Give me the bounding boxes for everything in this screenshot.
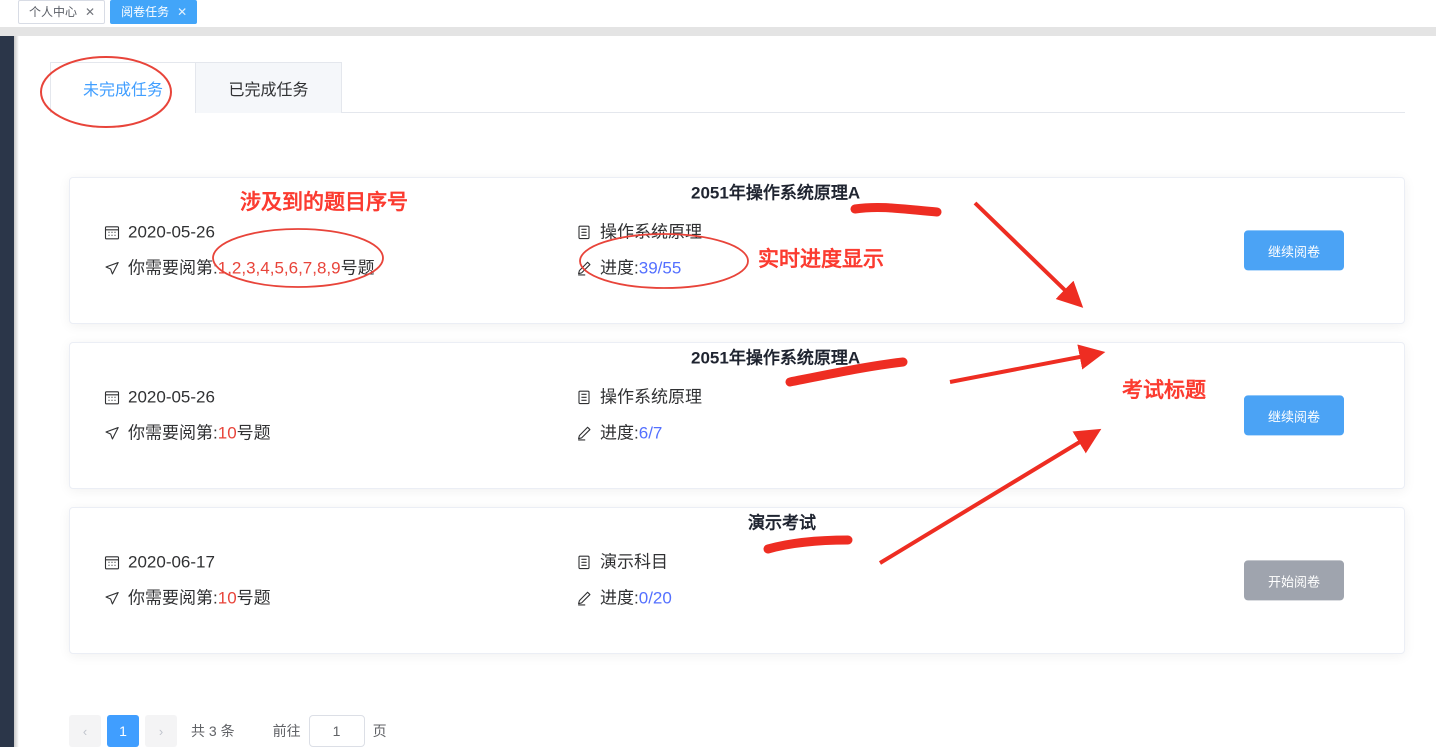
task-question-numbers: 10 (217, 423, 237, 443)
task-card-date-column: 2020-05-26 你需要阅第: 1,2,3,4,5,6,7,8,9 号题 (70, 220, 575, 281)
pagination: ‹ 1 › 共 3 条 前往 页 (69, 715, 387, 747)
page-container: 未完成任务 已完成任务 2020-05-26 你需要阅第: 1,2,3,4,5,… (19, 36, 1436, 747)
tag-bar-underline (0, 27, 1436, 36)
pagination-prev-button[interactable]: ‹ (69, 715, 101, 747)
task-question-numbers: 1,2,3,4,5,6,7,8,9 (217, 258, 341, 278)
task-card-course-column: 2051年操作系统原理A 操作系统原理 (575, 183, 1055, 282)
task-progress-line: 进度: 39/55 (575, 257, 1055, 282)
task-progress-value: 39/55 (638, 258, 682, 278)
calendar-icon (103, 388, 121, 406)
task-card-action-column: 继续阅卷 (1244, 395, 1404, 436)
tab-incomplete-tasks[interactable]: 未完成任务 (50, 62, 196, 114)
task-question-numbers: 10 (217, 588, 237, 608)
task-card[interactable]: 2020-06-17 你需要阅第: 10 号题 演示考试 演示科目 进度: 0/… (69, 507, 1405, 654)
pagination-next-button[interactable]: › (145, 715, 177, 747)
pagination-page-1[interactable]: 1 (107, 715, 139, 747)
pagination-total: 共 3 条 (191, 723, 235, 739)
tab-label: 未完成任务 (82, 82, 163, 99)
task-card-list: 2020-05-26 你需要阅第: 1,2,3,4,5,6,7,8,9 号题 2… (69, 177, 1405, 672)
document-icon (575, 388, 593, 406)
task-course-text: 操作系统原理 (600, 221, 702, 241)
paper-plane-icon (103, 425, 121, 443)
tab-label: 已完成任务 (228, 82, 309, 99)
close-icon[interactable]: ✕ (85, 6, 95, 18)
task-card-action-column: 开始阅卷 (1244, 560, 1404, 601)
tag-marking-task[interactable]: 阅卷任务 ✕ (110, 0, 198, 24)
task-card-date-column: 2020-05-26 你需要阅第: 10 号题 (70, 385, 575, 446)
continue-marking-button[interactable]: 继续阅卷 (1244, 395, 1344, 436)
task-date-text: 2020-05-26 (128, 386, 215, 406)
task-date-text: 2020-05-26 (128, 221, 215, 241)
task-card-course-column: 2051年操作系统原理A 操作系统原理 (575, 348, 1055, 447)
continue-marking-button[interactable]: 继续阅卷 (1244, 230, 1344, 271)
document-icon (575, 223, 593, 241)
calendar-icon (103, 553, 121, 571)
tag-bar: 个人中心 ✕ 阅卷任务 ✕ (0, 0, 1436, 27)
task-course-line: 操作系统原理 (575, 220, 1055, 245)
task-questions-suffix: 号题 (236, 588, 271, 608)
pagination-jumper-label: 前往 (272, 723, 301, 739)
task-progress-label: 进度: (600, 588, 639, 608)
pagination-jumper-unit: 页 (372, 723, 387, 739)
task-card-action-column: 继续阅卷 (1244, 230, 1404, 271)
close-icon[interactable]: ✕ (177, 6, 187, 18)
exam-title: 2051年操作系统原理A (691, 347, 861, 367)
paper-plane-icon (103, 260, 121, 278)
task-questions-prefix: 你需要阅第: (128, 423, 218, 443)
tag-label: 个人中心 (29, 5, 78, 19)
task-questions-prefix: 你需要阅第: (128, 258, 218, 278)
task-date-text: 2020-06-17 (128, 551, 215, 571)
tag-personal-center[interactable]: 个人中心 ✕ (18, 0, 106, 24)
task-progress-label: 进度: (600, 258, 639, 278)
task-date-line: 2020-06-17 (103, 550, 575, 575)
task-card[interactable]: 2020-05-26 你需要阅第: 10 号题 2051年操作系统原理A 操作系… (69, 342, 1405, 489)
exam-title: 2051年操作系统原理A (691, 182, 861, 202)
task-date-line: 2020-05-26 (103, 220, 575, 245)
pagination-jumper-input[interactable] (308, 715, 365, 747)
task-course-text: 演示科目 (600, 551, 668, 571)
task-questions-line: 你需要阅第: 1,2,3,4,5,6,7,8,9 号题 (103, 257, 575, 282)
task-questions-line: 你需要阅第: 10 号题 (103, 422, 575, 447)
task-questions-line: 你需要阅第: 10 号题 (103, 587, 575, 612)
edit-pencil-icon (575, 590, 593, 608)
pagination-jumper: 前往 页 (273, 715, 387, 747)
task-progress-value: 0/20 (638, 588, 672, 608)
task-questions-prefix: 你需要阅第: (128, 588, 218, 608)
tag-label: 阅卷任务 (121, 5, 170, 19)
exam-title: 演示考试 (748, 512, 816, 532)
task-card[interactable]: 2020-05-26 你需要阅第: 1,2,3,4,5,6,7,8,9 号题 2… (69, 177, 1405, 324)
task-course-line: 演示科目 (575, 550, 1055, 575)
edit-pencil-icon (575, 260, 593, 278)
tab-completed-tasks[interactable]: 已完成任务 (196, 62, 342, 113)
calendar-icon (103, 223, 121, 241)
task-questions-suffix: 号题 (236, 423, 271, 443)
task-tabs: 未完成任务 已完成任务 (50, 62, 1405, 114)
sidebar-rail (0, 20, 14, 747)
task-card-date-column: 2020-06-17 你需要阅第: 10 号题 (70, 550, 575, 611)
task-progress-value: 6/7 (638, 423, 663, 443)
task-progress-label: 进度: (600, 423, 639, 443)
task-card-course-column: 演示考试 演示科目 进度: 0/20 (575, 513, 1055, 612)
paper-plane-icon (103, 590, 121, 608)
task-course-line: 操作系统原理 (575, 385, 1055, 410)
task-progress-line: 进度: 6/7 (575, 422, 1055, 447)
task-progress-line: 进度: 0/20 (575, 587, 1055, 612)
task-questions-suffix: 号题 (340, 258, 375, 278)
task-tabs-header: 未完成任务 已完成任务 (50, 62, 1405, 114)
app-root: 个人中心 ✕ 阅卷任务 ✕ 未完成任务 已完成任务 2020-05-26 你需要… (0, 0, 1436, 747)
task-course-text: 操作系统原理 (600, 386, 702, 406)
start-marking-button[interactable]: 开始阅卷 (1244, 560, 1344, 601)
task-date-line: 2020-05-26 (103, 385, 575, 410)
document-icon (575, 553, 593, 571)
edit-pencil-icon (575, 425, 593, 443)
